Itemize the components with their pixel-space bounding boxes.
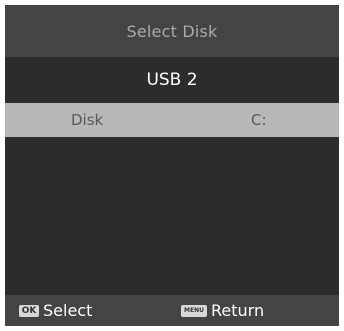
select-hint-label: Select (43, 301, 93, 320)
camera-screen: Select Disk USB 2 Disk C: OK Select MENU… (0, 0, 344, 331)
device-name-row: USB 2 (5, 57, 339, 103)
select-disk-panel: Select Disk USB 2 Disk C: OK Select MENU… (5, 5, 339, 326)
return-hint[interactable]: MENU Return (181, 295, 264, 326)
page-title: Select Disk (126, 21, 218, 41)
ok-key-icon: OK (19, 304, 39, 317)
device-name: USB 2 (146, 70, 198, 90)
title-bar: Select Disk (5, 5, 339, 57)
select-hint[interactable]: OK Select (19, 295, 92, 326)
button-hint-bar: OK Select MENU Return (5, 295, 339, 326)
disk-option-row[interactable]: Disk C: (5, 103, 339, 137)
return-hint-label: Return (211, 301, 265, 320)
menu-key-icon: MENU (181, 304, 207, 317)
disk-list-empty-area (5, 137, 339, 295)
disk-option-value: C: (251, 111, 267, 129)
disk-option-label: Disk (71, 111, 104, 129)
